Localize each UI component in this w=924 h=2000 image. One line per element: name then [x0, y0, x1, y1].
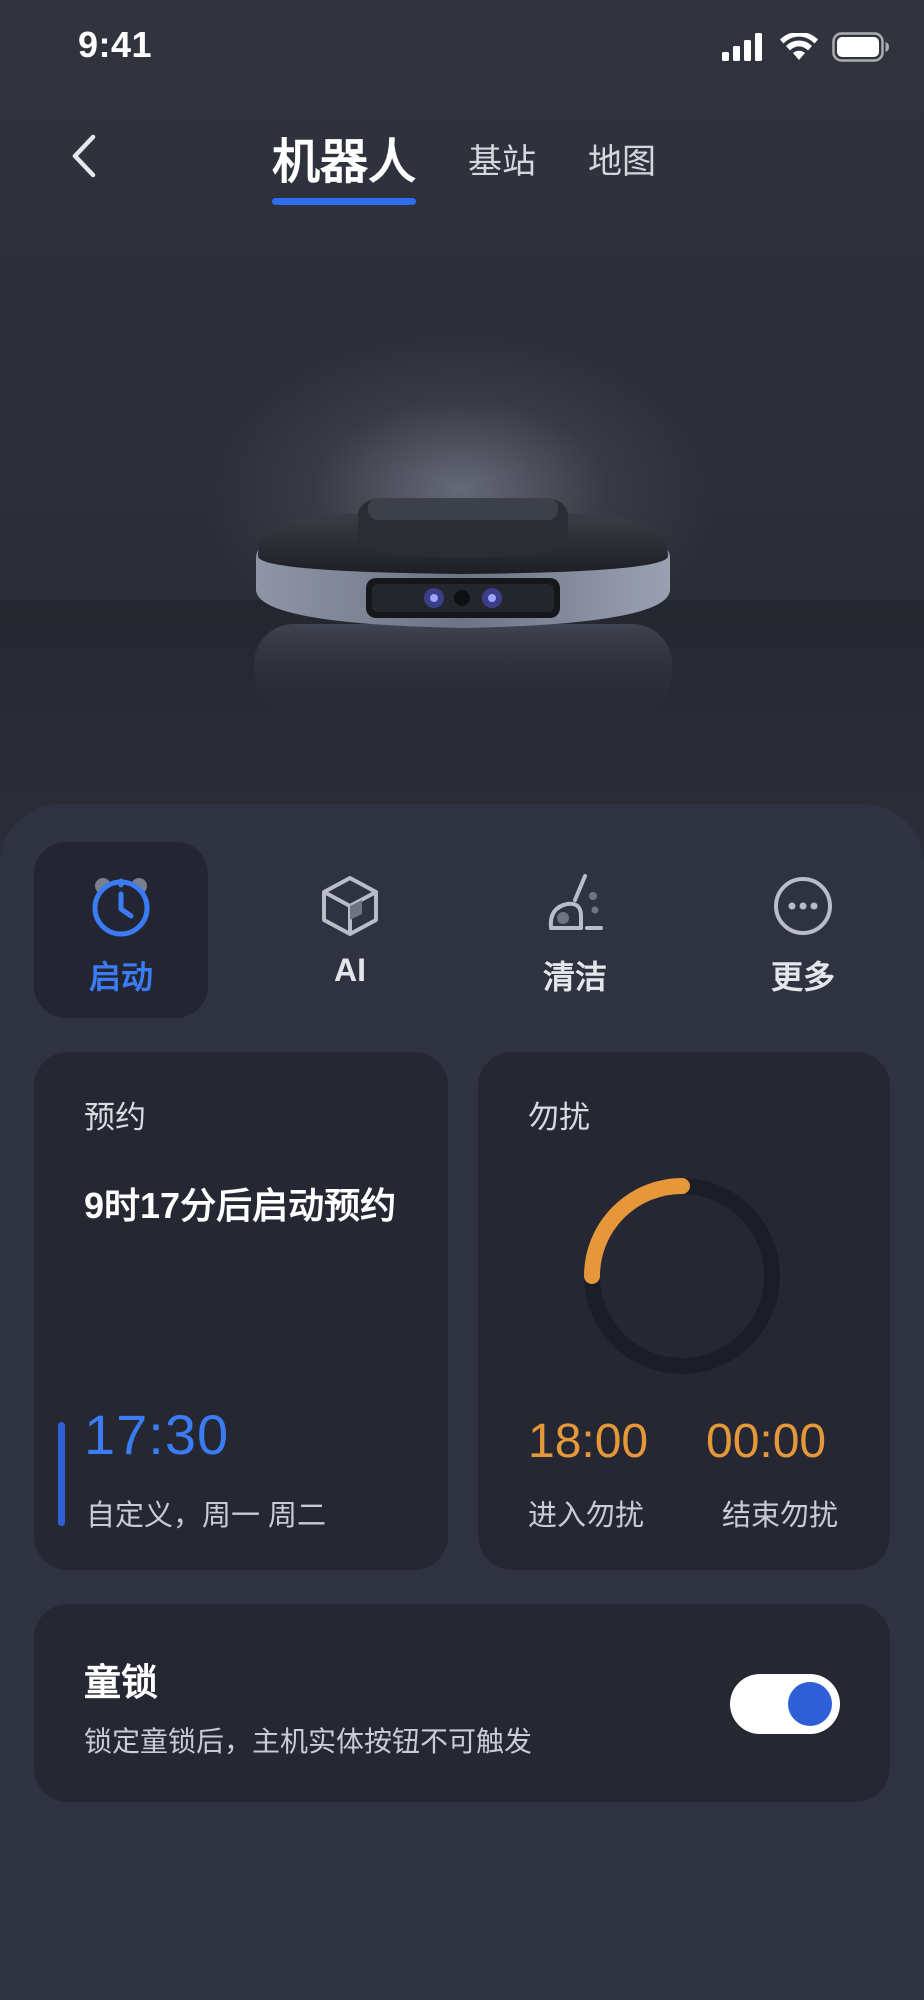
hero-section [0, 0, 924, 860]
schedule-indicator-bar [58, 1422, 65, 1526]
wifi-icon [780, 33, 818, 60]
dnd-time-ring [584, 1178, 780, 1374]
tab-station[interactable]: 基站 [468, 134, 536, 183]
quick-action-ai[interactable]: AI [263, 842, 437, 1018]
child-lock-toggle[interactable] [730, 1674, 840, 1734]
child-lock-subtitle: 锁定童锁后，主机实体按钮不可触发 [84, 1726, 533, 1757]
chevron-left-icon [72, 134, 96, 178]
robot-vacuum-image [254, 498, 672, 714]
dnd-end-label: 结束勿扰 [722, 1500, 839, 1532]
quick-action-ai-label: AI [334, 952, 366, 988]
dnd-title: 勿扰 [528, 1100, 590, 1135]
battery-icon [832, 32, 889, 62]
do-not-disturb-card[interactable]: 勿扰 18:00 00:00 进入勿扰 结束勿扰 [478, 1052, 890, 1570]
dnd-end-time: 00:00 [706, 1415, 827, 1468]
child-lock-title: 童锁 [84, 1662, 158, 1703]
quick-action-clean-label: 清洁 [542, 959, 607, 995]
quick-action-more[interactable]: 更多 [716, 842, 890, 1018]
schedule-repeat: 自定义，周一 周二 [86, 1500, 327, 1532]
cleaning-icon [548, 874, 603, 930]
quick-actions: 启动 AI 清洁 更多 [34, 842, 890, 1018]
quick-action-clean[interactable]: 清洁 [488, 842, 662, 1018]
schedule-time: 17:30 [84, 1403, 230, 1466]
back-button[interactable] [62, 128, 106, 184]
schedule-card[interactable]: 预约 9时17分后启动预约 17:30 自定义，周一 周二 [34, 1052, 448, 1570]
dnd-start-time: 18:00 [528, 1415, 649, 1468]
cellular-signal-icon [722, 33, 762, 61]
tab-map[interactable]: 地图 [588, 134, 656, 183]
alarm-clock-icon [92, 878, 150, 937]
dnd-start-label: 进入勿扰 [528, 1500, 645, 1532]
active-tab-indicator [272, 198, 416, 205]
more-icon [774, 877, 832, 935]
child-lock-card: 童锁 锁定童锁后，主机实体按钮不可触发 [34, 1604, 890, 1802]
quick-action-start[interactable]: 启动 [34, 842, 208, 1018]
status-time: 9:41 [78, 24, 153, 65]
toggle-knob [788, 1682, 832, 1726]
schedule-title: 预约 [84, 1100, 146, 1135]
control-panel: 启动 AI 清洁 更多 预约 9时17分后启动预约 17:30 自定义，周一 周… [0, 804, 924, 2000]
tab-robot[interactable]: 机器人 [272, 122, 416, 192]
quick-action-more-label: 更多 [770, 959, 835, 995]
status-icons [722, 30, 890, 64]
status-bar: 9:41 [0, 0, 924, 90]
quick-action-start-label: 启动 [88, 959, 153, 995]
schedule-description: 9时17分后启动预约 [84, 1185, 397, 1226]
cube-icon [322, 876, 378, 936]
